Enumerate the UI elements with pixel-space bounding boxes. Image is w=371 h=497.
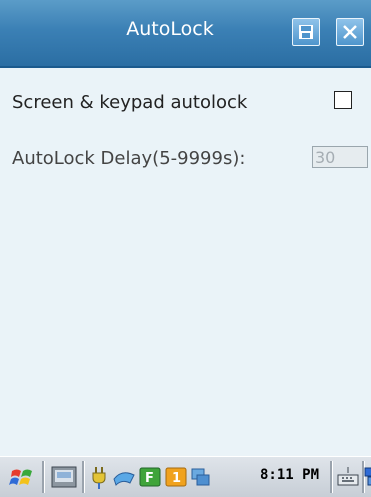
power-plug-icon[interactable]	[90, 463, 114, 491]
autolock-checkbox[interactable]	[334, 91, 352, 109]
delay-field[interactable]: 30	[312, 146, 368, 168]
settings-panel: Screen & keypad autolock AutoLock Delay(…	[0, 68, 371, 454]
svg-text:F: F	[145, 471, 154, 486]
sync-icon[interactable]	[188, 463, 212, 491]
save-button[interactable]	[292, 18, 320, 46]
delay-label: AutoLock Delay(5-9999s):	[12, 148, 246, 169]
close-icon	[343, 25, 357, 39]
switch-window-icon[interactable]	[364, 463, 371, 491]
keyboard-panel-icon[interactable]	[50, 463, 78, 491]
autolock-label: Screen & keypad autolock	[12, 92, 248, 113]
autolock-screen: AutoLock Screen & keypad autolock AutoLo…	[0, 0, 371, 497]
clock[interactable]: 8:11 PM	[260, 467, 319, 483]
input-keyboard-icon[interactable]	[336, 463, 360, 491]
f-icon[interactable]: F	[138, 463, 162, 491]
save-icon	[299, 25, 313, 39]
close-button[interactable]	[336, 18, 364, 46]
windows-start-icon[interactable]	[8, 463, 36, 491]
window-title: AutoLock	[126, 18, 214, 40]
taskbar: F 1 8:11 PM	[0, 456, 371, 497]
network-icon[interactable]	[112, 463, 136, 491]
svg-text:1: 1	[172, 471, 181, 486]
title-bar: AutoLock	[0, 0, 371, 68]
one-icon[interactable]: 1	[164, 463, 188, 491]
